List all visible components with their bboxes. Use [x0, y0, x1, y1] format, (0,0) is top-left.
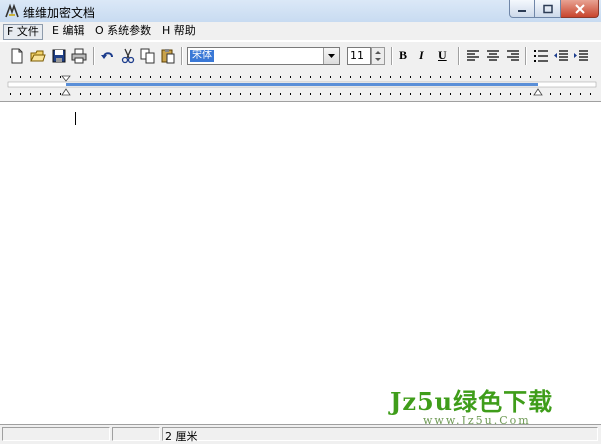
close-button[interactable]: [561, 0, 599, 18]
watermark-logo: Jz5u绿色下载: [390, 387, 554, 416]
maximize-icon: [542, 4, 553, 13]
copy-icon[interactable]: [140, 48, 156, 64]
text-caret: [75, 112, 76, 125]
font-name-value: 宋体: [190, 50, 214, 62]
font-size-input[interactable]: 11: [347, 47, 371, 65]
status-unit: 2 厘米: [165, 430, 198, 443]
paste-icon[interactable]: [160, 48, 176, 64]
minimize-button[interactable]: [509, 0, 535, 18]
status-cell: [112, 427, 160, 441]
menu-edit[interactable]: E 编辑: [49, 24, 87, 38]
bullets-icon[interactable]: [533, 48, 549, 64]
align-right-icon[interactable]: [505, 48, 521, 64]
save-icon[interactable]: [51, 48, 67, 64]
new-icon[interactable]: [9, 48, 25, 64]
align-center-icon[interactable]: [485, 48, 501, 64]
font-size-spinner[interactable]: [371, 47, 385, 65]
document-editor[interactable]: [0, 102, 601, 424]
status-cell: [2, 427, 110, 441]
align-left-icon[interactable]: [465, 48, 481, 64]
right-indent-marker: [533, 88, 543, 96]
close-icon: [574, 3, 585, 14]
maximize-button[interactable]: [535, 0, 561, 18]
minimize-icon: [518, 9, 526, 12]
font-name-select[interactable]: 宋体: [187, 47, 340, 65]
menu-help[interactable]: H 帮助: [159, 24, 199, 38]
open-icon[interactable]: [30, 48, 46, 64]
chevron-down-icon: [328, 54, 335, 58]
menu-bar: F 文件 E 编辑 O 系统参数 H 帮助: [0, 22, 601, 40]
status-cell: [162, 427, 598, 441]
toolbar-separator: [391, 47, 393, 65]
undo-icon[interactable]: [100, 48, 116, 64]
title-bar: 维维加密文档: [0, 0, 601, 23]
toolbar: 宋体 11 B I U: [0, 41, 601, 72]
toolbar-separator: [181, 47, 183, 65]
status-bar: 2 厘米: [0, 424, 601, 444]
left-indent-marker: [61, 88, 71, 96]
cut-icon[interactable]: [120, 48, 136, 64]
window-title: 维维加密文档: [23, 6, 96, 20]
ruler-margin-area: [66, 83, 538, 86]
indent-icon[interactable]: [573, 48, 589, 64]
toolbar-separator: [525, 47, 527, 65]
menu-file[interactable]: F 文件: [3, 24, 43, 40]
print-icon[interactable]: [71, 48, 87, 64]
app-icon: [5, 3, 19, 18]
bold-button[interactable]: B: [399, 48, 407, 63]
toolbar-separator: [93, 47, 95, 65]
underline-button[interactable]: U: [438, 48, 447, 63]
italic-button[interactable]: I: [419, 48, 424, 63]
spinner-arrows-icon: [375, 51, 381, 61]
ruler[interactable]: [0, 71, 601, 102]
first-line-indent-marker: [61, 75, 71, 82]
dropdown-button[interactable]: [323, 48, 339, 64]
outdent-icon[interactable]: [553, 48, 569, 64]
toolbar-separator: [458, 47, 460, 65]
menu-system-params[interactable]: O 系统参数: [92, 24, 154, 38]
